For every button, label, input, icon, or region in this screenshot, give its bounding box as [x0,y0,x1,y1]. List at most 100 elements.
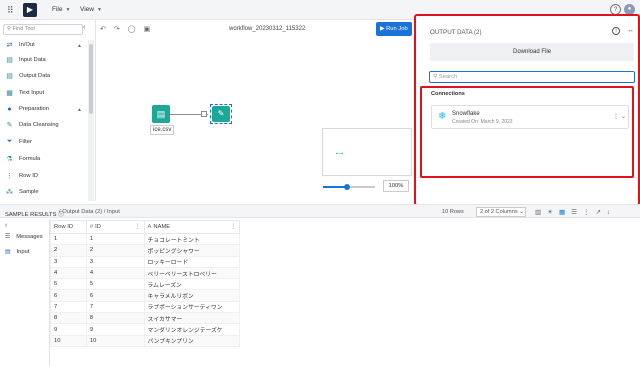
table-row[interactable]: 6 6 キャラメルリボン [50,289,241,302]
chevron-down-icon: ⌄ [519,209,524,215]
book-out-icon: ✎ [212,106,230,122]
flask-icon: ⚗ [6,156,13,163]
comment-icon[interactable]: ◯ [128,26,136,33]
light-bulb-icon[interactable]: ☀ [547,209,553,216]
tool-label: Output Data [19,73,51,79]
download-file-button[interactable]: Download File [430,43,634,61]
file-menu-label: File [52,6,63,13]
chevron-left-icon[interactable]: ‹ [5,222,7,229]
tool-output-data[interactable]: ▤ Output Data [5,70,50,82]
tool-text-input[interactable]: ▦ Text Input [5,87,44,99]
chevron-up-icon[interactable]: ▲ [77,107,82,113]
results-nav: ‹ ☰ Messages ▤ Input [0,219,50,366]
table-row[interactable]: 5 5 ラムレーズン [50,278,241,291]
bar-chart-icon[interactable]: ▥ [535,209,541,216]
list-view-icon[interactable]: ☰ [571,209,577,216]
cell-id: 2 [85,244,145,257]
table-row[interactable]: 1 1 チョコレートミント [50,232,241,246]
sample-icon: ⁂ [6,189,13,196]
tool-filter[interactable]: ⏷ Filter [5,136,32,148]
column-header-row-id[interactable]: Row ID [50,220,87,234]
file-menu[interactable]: File ▼ [52,6,70,13]
apps-grid-icon[interactable]: ⠿ [7,6,16,15]
tool-row-id[interactable]: ⋮ Row ID [5,170,38,182]
cell-name: スイカサマー [143,312,241,325]
cell-name: ベリーベリーストロベリー [143,266,241,280]
tool-input-data[interactable]: ▤ Input Data [5,54,46,66]
column-header-id[interactable]: # ID ⋮ [85,220,145,234]
input-tab[interactable]: ▤ Input [5,249,29,255]
cell-name: ポッピングシャワー [143,244,241,257]
cell-id: 5 [85,278,145,291]
connector-anchor[interactable] [201,111,207,117]
chevron-up-icon[interactable]: ▲ [77,43,82,49]
cell-id: 4 [85,266,145,280]
text-input-icon: ▦ [6,90,13,97]
numeric-type-icon: # [89,224,94,230]
header-label: ID [95,224,101,230]
run-job-button[interactable]: ▶ Run Job [376,22,412,36]
rows-count: 10 Rows [442,209,464,215]
more-options-icon[interactable]: ⋮ [613,113,619,120]
redo-icon[interactable]: ↷ [114,26,120,33]
sample-results-bar: SAMPLE RESULTS ⓘ / Output Data (2) / Inp… [0,204,640,218]
collapse-sidebar-icon[interactable]: ‹ [83,24,85,31]
info-icon[interactable]: i [612,27,620,35]
sidebar-scroll-thumb[interactable] [89,44,93,114]
find-tool-input[interactable]: ⚲ Find Tool [3,24,83,35]
category-label: Preparation [19,106,49,112]
table-row[interactable]: 8 8 スイカサマー [50,312,241,325]
column-header-name[interactable]: A NAME ⋮ [143,220,241,234]
cell-row-id: 5 [50,278,87,291]
cell-id: 9 [85,323,145,336]
minimap-nodes: ▪─▪ [336,151,344,157]
table-row[interactable]: 10 10 パンプキンプリン [50,334,241,347]
snowflake-connection-card[interactable]: ❄ Snowflake Created On: March 9, 2023 ⋮ … [431,105,629,129]
category-preparation[interactable]: ● Preparation [5,103,49,115]
chevron-down-icon: ▼ [96,7,102,13]
connection-name: Snowflake [452,111,480,117]
category-in-out[interactable]: ⇄ In/Out [5,39,35,51]
messages-tab[interactable]: ☰ Messages [5,234,43,240]
zoom-slider-knob[interactable] [343,184,350,190]
save-icon[interactable]: ▣ [144,26,151,33]
input-data-node[interactable]: ▤ [152,105,170,123]
connection-created-date: Created On: March 9, 2023 [452,119,513,125]
output-data-node[interactable]: ✎ [210,104,232,124]
broom-icon: ✎ [6,122,13,129]
zoom-level[interactable]: 100% [383,180,409,192]
view-menu[interactable]: View ▼ [80,6,102,13]
tool-formula[interactable]: ⚗ Formula [5,153,40,165]
table-row[interactable]: 4 4 ベリーベリーストロベリー [50,266,241,280]
expand-panel-icon[interactable]: ↔ [627,27,634,34]
more-options-icon[interactable]: ⋮ [583,209,590,216]
chevron-down-icon: ▼ [65,7,71,13]
tool-label: Text Input [19,90,45,96]
external-link-icon[interactable]: ↗ [595,209,600,216]
output-search-input[interactable]: ⚲ Search [429,71,635,83]
undo-icon[interactable]: ↶ [100,26,106,33]
tool-label: Input Data [19,57,46,63]
run-job-label: Run Job [386,26,408,32]
workflow-title: workflow_20230312_115322 [229,26,306,32]
output-panel-title: OUTPUT DATA (2) [430,29,482,36]
collapse-icon[interactable]: ↕ [607,209,610,216]
preparation-icon: ● [7,105,12,113]
cell-name: チョコレートミント [143,232,241,246]
table-row[interactable]: 7 7 ラブポーションサーティワン [50,300,241,314]
table-view-icon[interactable]: ▦ [559,209,565,216]
table-row[interactable]: 3 3 ロッキーロード [50,255,241,268]
cell-row-id: 6 [50,289,87,302]
cell-row-id: 3 [50,255,87,268]
tool-palette: ⚲ Find Tool ‹ ⇄ In/Out ▲ ▤ Input Data ▤ Out… [0,20,96,201]
columns-selector[interactable]: 2 of 2 Columns ⌄ [476,207,526,217]
tool-sample[interactable]: ⁂ Sample [5,186,39,198]
column-menu-icon[interactable]: ⋮ [135,224,141,230]
connections-heading: Connections [431,91,465,97]
column-menu-icon[interactable]: ⋮ [230,224,236,230]
table-row[interactable]: 2 2 ポッピングシャワー [50,244,241,257]
chevron-down-icon[interactable]: ⌄ [621,113,626,120]
table-row[interactable]: 9 9 マンダリンオレンジテーズケ [50,323,241,336]
filter-icon: ⏷ [6,138,13,145]
tool-data-cleansing[interactable]: ✎ Data Cleansing [5,119,59,131]
